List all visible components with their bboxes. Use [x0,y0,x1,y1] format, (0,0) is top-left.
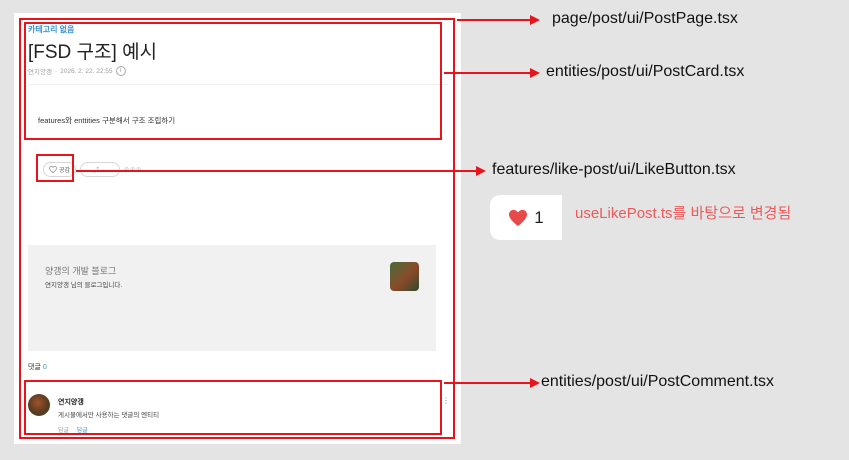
like-button-preview[interactable]: 1 [490,195,562,240]
change-note: useLikePost.ts를 바탕으로 변경됨 [575,205,792,222]
heart-icon [509,209,528,226]
like-file-label: features/like-post/ui/LikeButton.tsx [492,161,736,178]
postcard-file-label: entities/post/ui/PostCard.tsx [546,63,745,80]
like-count: 1 [534,207,544,227]
comment-file-label: entities/post/ui/PostComment.tsx [541,373,774,390]
page-file-label: page/post/ui/PostPage.tsx [552,10,738,27]
